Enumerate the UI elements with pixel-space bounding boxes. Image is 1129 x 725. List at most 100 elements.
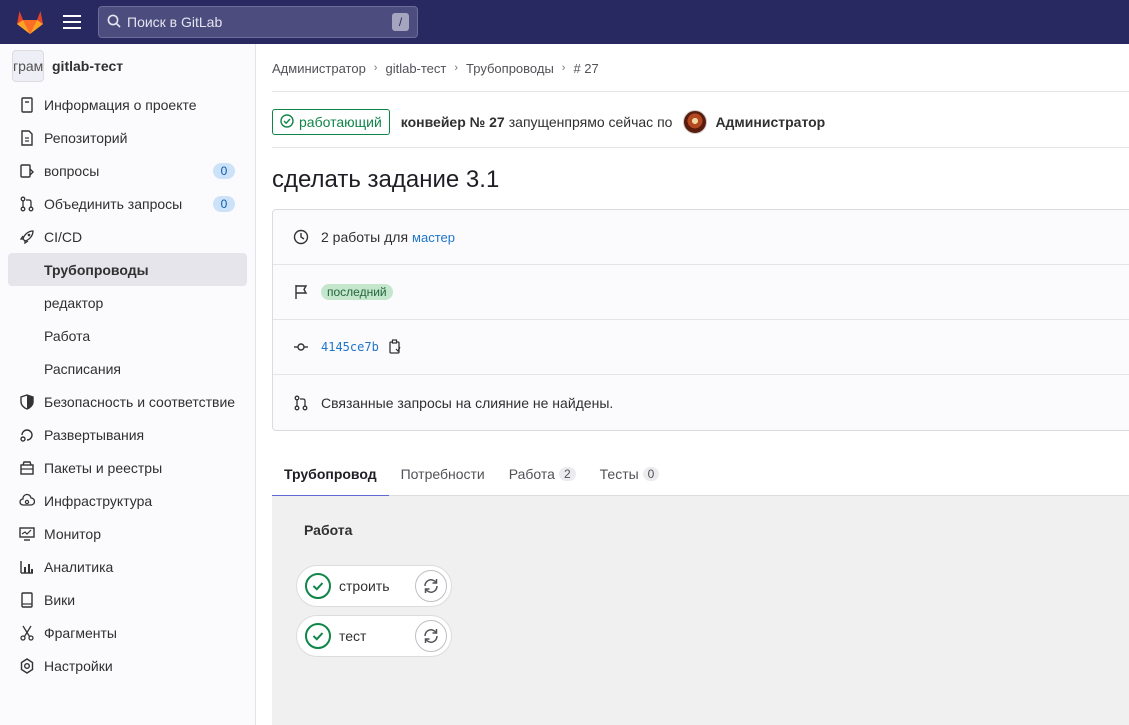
- tab-label: Потребности: [400, 466, 485, 482]
- sidebar-item-label: Объединить запросы: [44, 195, 183, 212]
- project-info-icon: [18, 96, 36, 114]
- pipeline-header: работающий конвейер № 27 запущенпрямо се…: [272, 107, 825, 137]
- sidebar: грам gitlab-тест Информация о проекте Ре…: [0, 44, 256, 725]
- sidebar-item-deployments[interactable]: Развертывания: [8, 418, 247, 451]
- tab-needs[interactable]: Потребности: [389, 452, 497, 496]
- sidebar-item-jobs[interactable]: Работа: [8, 319, 247, 352]
- search-placeholder: Поиск в GitLab: [127, 14, 223, 30]
- sidebar-item-label: Расписания: [44, 360, 121, 377]
- sidebar-nav: Информация о проекте Репозиторий вопросы…: [0, 88, 255, 682]
- job-name: тест: [339, 628, 367, 644]
- job-pill[interactable]: тест: [296, 615, 452, 657]
- sidebar-item-label: Аналитика: [44, 558, 114, 575]
- commit-icon: [292, 338, 310, 356]
- merge-requests-count-badge: 0: [213, 195, 235, 212]
- project-avatar: грам: [12, 50, 44, 82]
- tab-count-badge: 0: [642, 467, 660, 481]
- tab-tests[interactable]: Тесты 0: [588, 452, 672, 496]
- breadcrumb-item[interactable]: Администратор: [272, 61, 366, 76]
- flag-icon: [292, 283, 310, 301]
- pipeline-graph: Работа строить тест: [272, 496, 1129, 725]
- sidebar-item-snippets[interactable]: Фрагменты: [8, 616, 247, 649]
- menu-icon[interactable]: [60, 10, 84, 34]
- sidebar-item-pipelines[interactable]: Трубопроводы: [8, 253, 247, 286]
- sidebar-item-label: Репозиторий: [44, 129, 128, 146]
- sidebar-item-label: Безопасность и соответствие: [44, 393, 236, 410]
- tab-jobs[interactable]: Работа 2: [497, 452, 588, 496]
- breadcrumb-item[interactable]: Трубопроводы: [466, 61, 554, 76]
- job-pill[interactable]: строить: [296, 565, 452, 607]
- user-name[interactable]: Администратор: [715, 114, 825, 130]
- top-navbar: Поиск в GitLab /: [0, 0, 1129, 44]
- commit-sha-link[interactable]: 4145ce7b: [321, 340, 379, 354]
- sidebar-item-label: Инфраструктура: [44, 492, 153, 509]
- sidebar-item-label: редактор: [44, 294, 104, 311]
- snippet-icon: [18, 624, 36, 642]
- repository-icon: [18, 129, 36, 147]
- sidebar-item-label: Монитор: [44, 525, 101, 542]
- success-check-icon: [305, 573, 331, 599]
- chevron-right-icon: ›: [373, 62, 378, 74]
- page-title: сделать задание 3.1: [272, 166, 500, 193]
- search-icon: [107, 14, 121, 31]
- tab-pipeline[interactable]: Трубопровод: [272, 452, 389, 497]
- sidebar-item-infrastructure[interactable]: Инфраструктура: [8, 484, 247, 517]
- job-name: строить: [339, 578, 390, 594]
- jobs-count-text: 2 работы для: [321, 229, 409, 245]
- sidebar-item-security[interactable]: Безопасность и соответствие: [8, 385, 247, 418]
- sidebar-item-project-info[interactable]: Информация о проекте: [8, 88, 247, 121]
- sidebar-item-issues[interactable]: вопросы 0: [8, 154, 247, 187]
- success-check-icon: [305, 623, 331, 649]
- gitlab-logo-icon[interactable]: [12, 4, 48, 40]
- search-shortcut-key: /: [392, 13, 409, 31]
- sidebar-item-settings[interactable]: Настройки: [8, 649, 247, 682]
- sidebar-item-packages[interactable]: Пакеты и реестры: [8, 451, 247, 484]
- sidebar-item-repository[interactable]: Репозиторий: [8, 121, 247, 154]
- clock-icon: [292, 228, 310, 246]
- branch-link[interactable]: мастер: [412, 230, 455, 245]
- merge-request-icon: [292, 394, 310, 412]
- divider: [272, 147, 1129, 148]
- sidebar-item-analytics[interactable]: Аналитика: [8, 550, 247, 583]
- breadcrumb: Администратор › gitlab-тест › Трубопрово…: [272, 44, 599, 92]
- sidebar-item-merge-requests[interactable]: Объединить запросы 0: [8, 187, 247, 220]
- sidebar-item-cicd[interactable]: CI/CD: [8, 220, 247, 253]
- no-merge-requests-text: Связанные запросы на слияние не найдены.: [321, 394, 614, 411]
- sidebar-item-editor[interactable]: редактор: [8, 286, 247, 319]
- deployments-icon: [18, 426, 36, 444]
- sidebar-item-monitor[interactable]: Монитор: [8, 517, 247, 550]
- sidebar-item-label: Вики: [44, 591, 76, 608]
- copy-icon[interactable]: [387, 339, 403, 355]
- sidebar-item-schedules[interactable]: Расписания: [8, 352, 247, 385]
- sidebar-item-label: CI/CD: [44, 228, 83, 245]
- retry-icon[interactable]: [415, 620, 447, 652]
- sidebar-item-label: Информация о проекте: [44, 96, 197, 113]
- stage-title: Работа: [304, 522, 353, 538]
- pipeline-triggered-text: запущенпрямо сейчас по: [508, 114, 673, 130]
- search-input[interactable]: Поиск в GitLab /: [98, 6, 418, 38]
- jobs-info-row: 2 работы для мастер: [273, 210, 1129, 265]
- package-icon: [18, 459, 36, 477]
- status-label: работающий: [299, 114, 382, 130]
- commit-info-row: 4145ce7b: [273, 320, 1129, 375]
- status-badge[interactable]: работающий: [272, 109, 390, 135]
- breadcrumb-item[interactable]: gitlab-тест: [385, 61, 446, 76]
- sidebar-project[interactable]: грам gitlab-тест: [0, 44, 255, 88]
- user-avatar[interactable]: [683, 110, 708, 134]
- settings-icon: [18, 657, 36, 675]
- sidebar-item-label: Трубопроводы: [44, 261, 149, 278]
- chart-icon: [18, 558, 36, 576]
- sidebar-item-wiki[interactable]: Вики: [8, 583, 247, 616]
- sidebar-item-label: Пакеты и реестры: [44, 459, 163, 476]
- book-icon: [18, 591, 36, 609]
- tab-label: Тесты: [599, 466, 639, 482]
- rocket-icon: [18, 228, 36, 246]
- sidebar-item-label: Работа: [44, 327, 91, 344]
- pipeline-info-box: 2 работы для мастер последний 4145ce7b С…: [272, 209, 1129, 431]
- cloud-gear-icon: [18, 492, 36, 510]
- sidebar-item-label: Настройки: [44, 657, 113, 674]
- breadcrumb-item[interactable]: # 27: [573, 61, 598, 76]
- retry-icon[interactable]: [415, 570, 447, 602]
- monitor-icon: [18, 525, 36, 543]
- merge-request-icon: [18, 195, 36, 213]
